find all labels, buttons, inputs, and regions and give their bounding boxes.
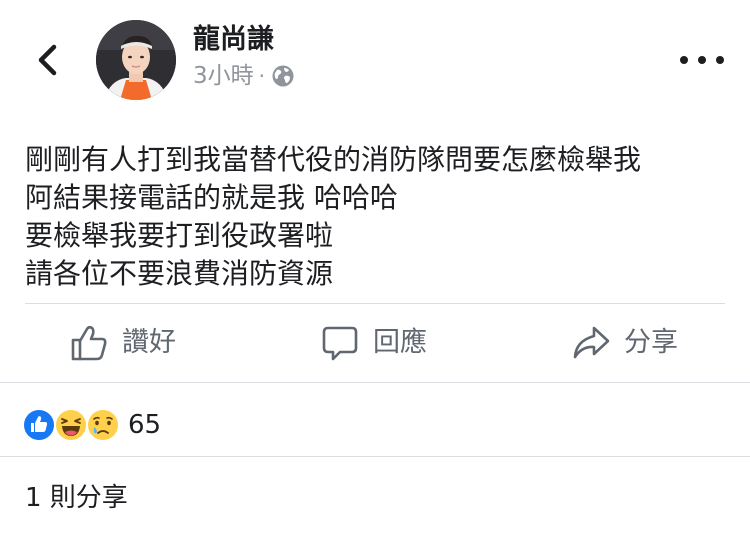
action-bar: 讚好 回應 分享: [0, 304, 750, 382]
post-meta: 3小時 ·: [193, 60, 295, 92]
like-reaction-icon: [22, 408, 56, 442]
like-label: 讚好: [122, 327, 176, 358]
meta-separator: ·: [258, 64, 265, 88]
globe-icon: [272, 65, 294, 87]
thumbs-up-icon: [71, 325, 107, 361]
more-dot: [698, 56, 706, 64]
reaction-count: 65: [128, 410, 162, 440]
comment-bubble-icon: [322, 326, 358, 361]
post-line: 剛剛有人打到我當替代役的消防隊問要怎麼檢舉我: [25, 143, 642, 176]
timestamp[interactable]: 3小時: [193, 60, 254, 92]
avatar[interactable]: [96, 20, 176, 100]
chevron-left-icon: [38, 44, 57, 76]
author-name[interactable]: 龍尚謙: [193, 22, 274, 58]
like-button[interactable]: 讚好: [70, 304, 176, 382]
share-count[interactable]: 1 則分享: [25, 480, 128, 516]
more-dot: [680, 56, 688, 64]
reaction-icons: [22, 405, 122, 445]
reactions-summary[interactable]: 65: [22, 405, 161, 445]
divider: [0, 456, 750, 457]
post-line: 要檢舉我要打到役政署啦: [25, 219, 334, 252]
back-button[interactable]: [30, 40, 64, 80]
haha-reaction-icon: [54, 408, 88, 442]
sad-reaction-icon: [86, 408, 120, 442]
post-body: 剛剛有人打到我當替代役的消防隊問要怎麼檢舉我 阿結果接電話的就是我 哈哈哈 要檢…: [25, 141, 725, 293]
more-options-button[interactable]: [680, 44, 724, 76]
share-button[interactable]: 分享: [572, 304, 678, 382]
post-line: 阿結果接電話的就是我 哈哈哈: [25, 181, 398, 214]
comment-button[interactable]: 回應: [321, 304, 427, 382]
avatar-image: [96, 20, 176, 100]
post-line: 請各位不要浪費消防資源: [25, 257, 334, 290]
divider: [0, 382, 750, 383]
comment-label: 回應: [373, 327, 427, 358]
share-label: 分享: [624, 327, 678, 358]
share-arrow-icon: [573, 326, 610, 359]
more-dot: [716, 56, 724, 64]
